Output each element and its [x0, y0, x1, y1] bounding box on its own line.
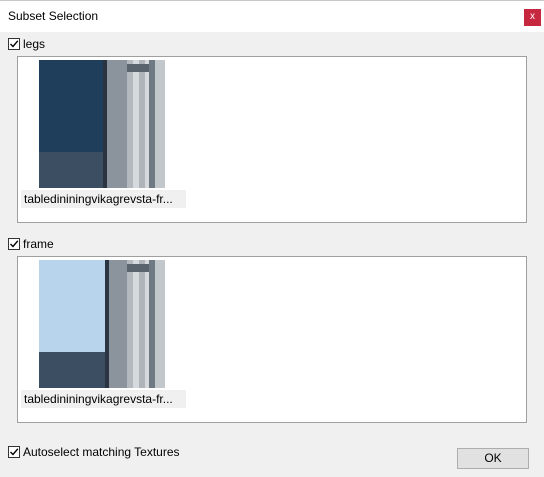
subset-frame-checkbox[interactable] [8, 238, 20, 250]
ok-button[interactable]: OK [457, 448, 529, 469]
autoselect-checkbox[interactable] [8, 446, 20, 458]
texture-caption: tabledininingvikagrevsta-fr... [21, 390, 186, 408]
checkmark-icon [10, 448, 19, 456]
subset-frame-texture-list[interactable]: tabledininingvikagrevsta-fr... [17, 256, 527, 423]
checkmark-icon [10, 240, 19, 248]
texture-thumbnail-image [39, 60, 165, 188]
autoselect-row[interactable]: Autoselect matching Textures [8, 444, 180, 460]
subset-legs-checkbox[interactable] [8, 38, 20, 50]
checkmark-icon [10, 40, 19, 48]
texture-thumbnail[interactable] [39, 260, 165, 388]
texture-caption: tabledininingvikagrevsta-fr... [21, 190, 186, 208]
subset-legs-texture-list[interactable]: tabledininingvikagrevsta-fr... [17, 56, 527, 223]
subset-frame-row[interactable]: frame [8, 236, 54, 252]
subset-legs-row[interactable]: legs [8, 36, 45, 52]
subset-frame-label: frame [23, 237, 54, 251]
subset-legs-label: legs [23, 37, 46, 51]
autoselect-label: Autoselect matching Textures [23, 445, 180, 459]
close-button[interactable]: x [524, 9, 541, 26]
subset-selection-dialog: Subset Selection x legs tabledininingvik… [0, 0, 544, 477]
texture-thumbnail-image [39, 260, 165, 388]
window-title: Subset Selection [8, 9, 99, 23]
title-bar: Subset Selection x [0, 1, 544, 32]
texture-thumbnail[interactable] [39, 60, 165, 188]
